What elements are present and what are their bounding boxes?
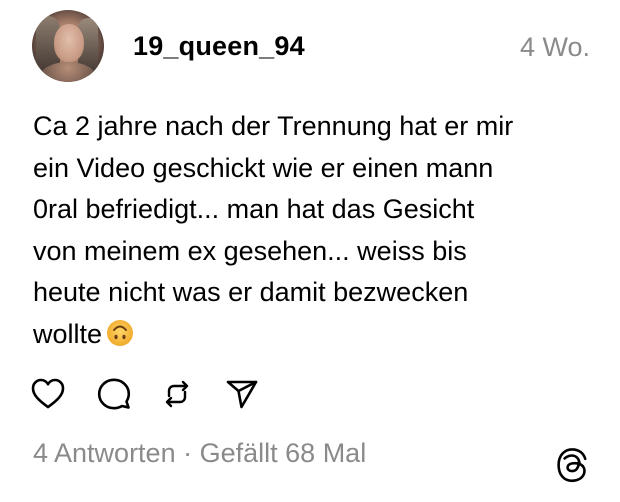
post-text: Ca 2 jahre nach der Trennung hat er mir … xyxy=(33,111,514,349)
post-body: Ca 2 jahre nach der Trennung hat er mir … xyxy=(33,106,593,355)
post-stats: 4 Antworten · Gefällt 68 Mal xyxy=(33,436,366,470)
comment-icon xyxy=(97,378,131,410)
replies-count[interactable]: 4 Antworten xyxy=(33,438,176,468)
repost-button[interactable] xyxy=(159,376,195,412)
heart-icon xyxy=(31,378,65,409)
threads-post: 19_queen_94 4 Wo. Ca 2 jahre nach der Tr… xyxy=(0,0,620,502)
upside-down-face-emoji-icon xyxy=(107,319,134,346)
reply-button[interactable] xyxy=(96,376,132,412)
share-icon xyxy=(226,380,258,409)
like-button[interactable] xyxy=(30,376,66,412)
username[interactable]: 19_queen_94 xyxy=(133,30,305,62)
avatar[interactable] xyxy=(32,10,104,82)
stats-separator: · xyxy=(183,438,193,468)
timestamp: 4 Wo. xyxy=(519,32,590,62)
threads-logo-icon xyxy=(557,448,587,483)
share-button[interactable] xyxy=(224,376,260,412)
repost-icon xyxy=(165,380,189,408)
likes-count[interactable]: Gefällt 68 Mal xyxy=(200,438,367,468)
top-divider xyxy=(0,0,620,4)
